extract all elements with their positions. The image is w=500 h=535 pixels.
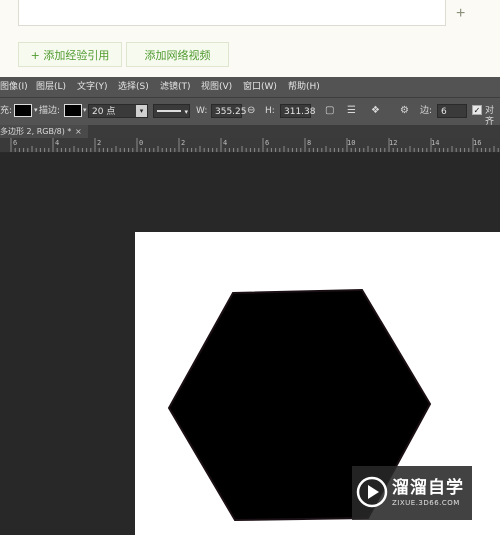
hexagon-layer <box>167 288 432 522</box>
play-logo-icon <box>356 476 388 508</box>
watermark-title: 溜溜自学 <box>392 478 464 498</box>
watermark-url: ZIXUE.3D66.COM <box>392 499 460 507</box>
